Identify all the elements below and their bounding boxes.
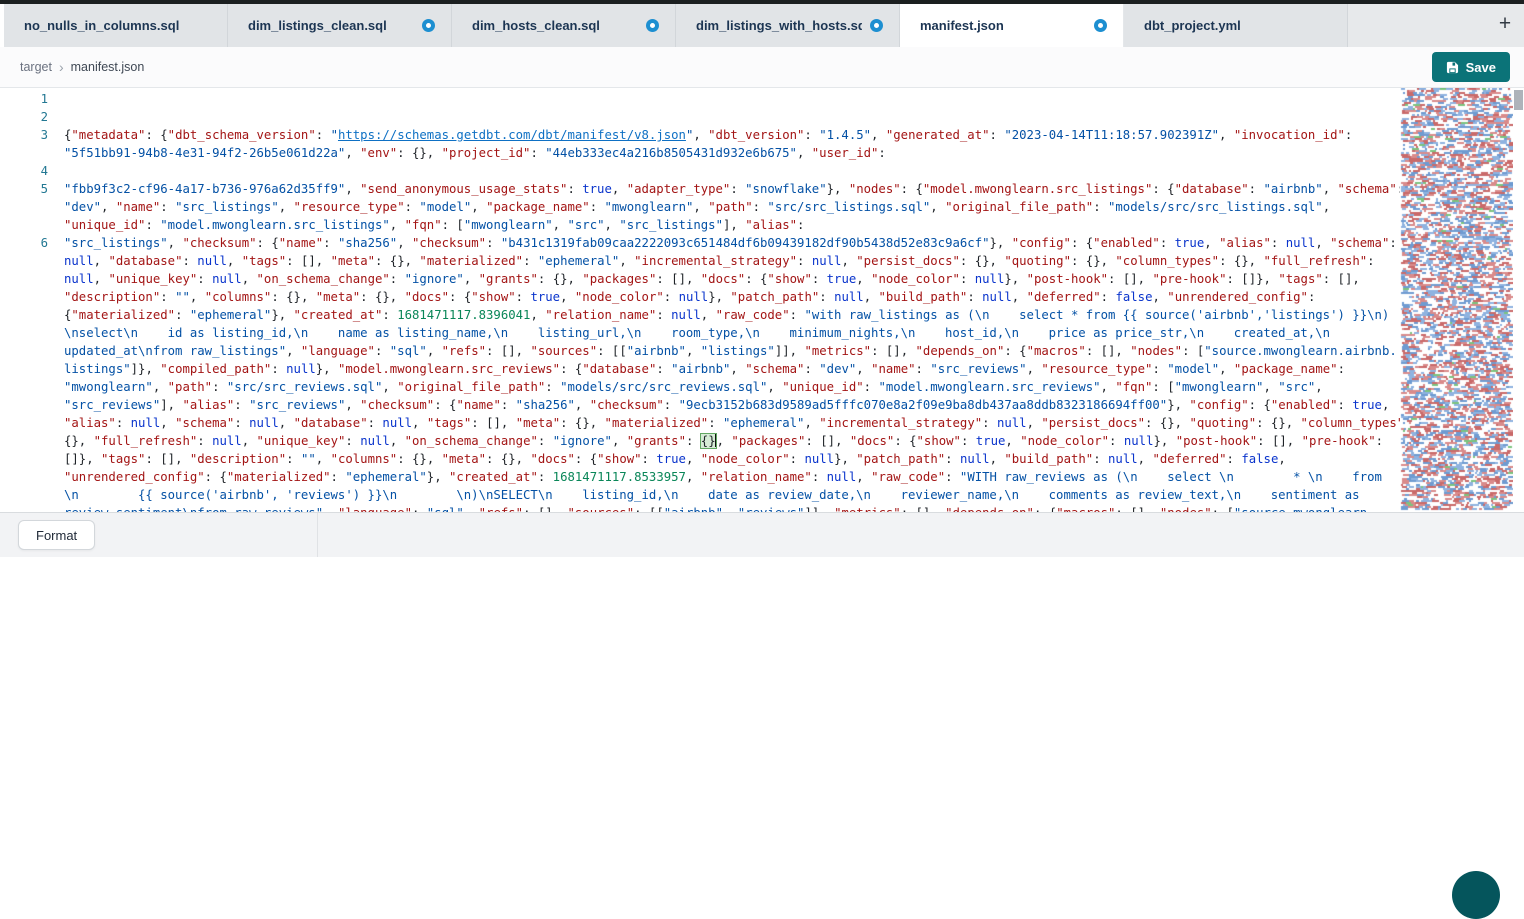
- line-number: 3: [0, 126, 48, 144]
- floppy-disk-icon: [1446, 61, 1459, 74]
- line-number: 6: [0, 234, 48, 252]
- line-number-gutter: 123 45 6: [0, 90, 48, 512]
- code-row[interactable]: {"metadata": {"dbt_schema_version": "htt…: [64, 126, 1409, 144]
- minimap[interactable]: [1400, 88, 1513, 512]
- breadcrumb-bar: target › manifest.json Save: [0, 47, 1524, 88]
- line-number: [0, 378, 48, 396]
- modified-dot-icon: [646, 19, 659, 32]
- breadcrumb-chevron-icon: ›: [59, 59, 64, 75]
- line-number: [0, 360, 48, 378]
- editor-tab-bar: no_nulls_in_columns.sql dim_listings_cle…: [0, 4, 1524, 47]
- code-row[interactable]: \n {{ source('airbnb', 'reviews') }}\n \…: [64, 486, 1409, 504]
- code-content[interactable]: {"metadata": {"dbt_schema_version": "htt…: [64, 90, 1409, 512]
- code-row[interactable]: "unrendered_config": {"materialized": "e…: [64, 468, 1409, 486]
- code-row[interactable]: \nselect\n id as listing_id,\n name as l…: [64, 324, 1409, 342]
- tab-label: dim_listings_clean.sql: [248, 18, 414, 33]
- code-row[interactable]: null, "unique_key": null, "on_schema_cha…: [64, 270, 1409, 288]
- text-cursor-caret: [715, 433, 717, 447]
- line-number: 2: [0, 108, 48, 126]
- line-number: 4: [0, 162, 48, 180]
- line-number: [0, 198, 48, 216]
- line-number: [0, 270, 48, 288]
- line-number: [0, 450, 48, 468]
- code-editor[interactable]: 123 45 6 {"metadata": {"dbt_schema_version…: [0, 88, 1524, 512]
- tab-no-nulls-in-columns[interactable]: no_nulls_in_columns.sql: [4, 4, 228, 47]
- help-fab-button[interactable]: [1452, 871, 1500, 919]
- tab-dim-hosts-clean[interactable]: dim_hosts_clean.sql: [452, 4, 676, 47]
- line-number: [0, 288, 48, 306]
- tab-label: no_nulls_in_columns.sql: [24, 18, 211, 33]
- results-panel: [0, 557, 1524, 875]
- code-row[interactable]: "alias": null, "schema": null, "database…: [64, 414, 1409, 432]
- code-row[interactable]: "mwonglearn", "path": "src/src_reviews.s…: [64, 378, 1409, 396]
- tab-label: manifest.json: [920, 18, 1086, 33]
- bottom-toolbar: Format: [0, 512, 1524, 557]
- code-row[interactable]: {"materialized": "ephemeral"}, "created_…: [64, 306, 1409, 324]
- tab-label: dim_listings_with_hosts.sql: [696, 18, 862, 33]
- tab-label: dim_hosts_clean.sql: [472, 18, 638, 33]
- tab-label: dbt_project.yml: [1144, 18, 1331, 33]
- vertical-scrollbar-thumb[interactable]: [1514, 90, 1523, 110]
- bracket-match-highlight: {}: [701, 434, 716, 448]
- line-number: 1: [0, 90, 48, 108]
- line-number: [0, 414, 48, 432]
- line-number: [0, 504, 48, 512]
- tab-dim-listings-with-hosts[interactable]: dim_listings_with_hosts.sql: [676, 4, 900, 47]
- breadcrumb-segment-file[interactable]: manifest.json: [71, 60, 145, 74]
- tab-dim-listings-clean[interactable]: dim_listings_clean.sql: [228, 4, 452, 47]
- code-row[interactable]: null, "database": null, "tags": [], "met…: [64, 252, 1409, 270]
- save-button[interactable]: Save: [1432, 52, 1510, 82]
- line-number: [0, 468, 48, 486]
- line-number: [0, 144, 48, 162]
- code-row[interactable]: "src_reviews"], "alias": "src_reviews", …: [64, 396, 1409, 414]
- line-number: [0, 216, 48, 234]
- code-row[interactable]: []}, "tags": [], "description": "", "col…: [64, 450, 1409, 468]
- code-row[interactable]: "5f51bb91-94b8-4e31-94f2-26b5e061d22a", …: [64, 144, 1409, 162]
- line-number: [0, 324, 48, 342]
- line-number: [0, 396, 48, 414]
- new-tab-plus-icon[interactable]: +: [1494, 12, 1516, 34]
- modified-dot-icon: [870, 19, 883, 32]
- code-row[interactable]: [64, 162, 1409, 180]
- format-button[interactable]: Format: [18, 520, 95, 550]
- modified-dot-icon: [1094, 19, 1107, 32]
- line-number: 5: [0, 180, 48, 198]
- code-row[interactable]: [64, 90, 1409, 108]
- code-row[interactable]: [64, 108, 1409, 126]
- line-number: [0, 432, 48, 450]
- code-row[interactable]: "fbb9f3c2-cf96-4a17-b736-976a62d35ff9", …: [64, 180, 1409, 198]
- line-number: [0, 486, 48, 504]
- code-row[interactable]: updated_at\nfrom raw_listings", "languag…: [64, 342, 1409, 360]
- line-number: [0, 306, 48, 324]
- toolbar-divider: [317, 513, 318, 558]
- code-row[interactable]: "unique_id": "model.mwonglearn.src_listi…: [64, 216, 1409, 234]
- code-row[interactable]: listings"]}, "compiled_path": null}, "mo…: [64, 360, 1409, 378]
- code-row[interactable]: "description": "", "columns": {}, "meta"…: [64, 288, 1409, 306]
- tab-dbt-project-yml[interactable]: dbt_project.yml: [1124, 4, 1348, 47]
- code-row[interactable]: {}, "full_refresh": null, "unique_key": …: [64, 432, 1409, 450]
- line-number: [0, 342, 48, 360]
- line-number: [0, 252, 48, 270]
- code-row[interactable]: review_sentiment\nfrom raw_reviews", "la…: [64, 504, 1409, 512]
- save-button-label: Save: [1466, 60, 1496, 75]
- modified-dot-icon: [422, 19, 435, 32]
- code-row[interactable]: "src_listings", "checksum": {"name": "sh…: [64, 234, 1409, 252]
- code-row[interactable]: "dev", "name": "src_listings", "resource…: [64, 198, 1409, 216]
- tab-manifest-json[interactable]: manifest.json: [900, 4, 1124, 47]
- breadcrumb-segment-target[interactable]: target: [20, 60, 52, 74]
